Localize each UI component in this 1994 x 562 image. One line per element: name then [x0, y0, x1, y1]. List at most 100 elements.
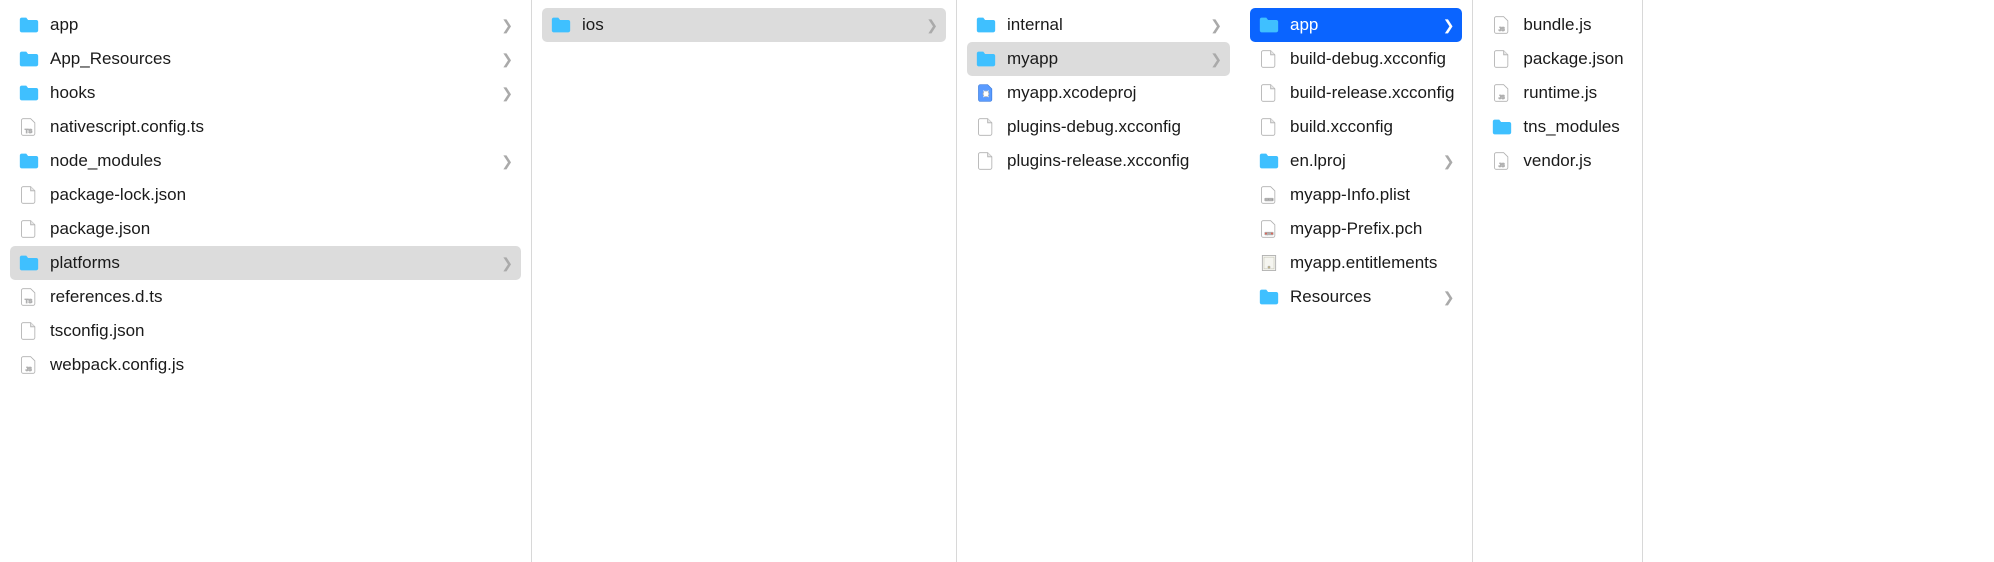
list-item[interactable]: tns_modules [1483, 110, 1631, 144]
list-item[interactable]: build-release.xcconfig [1250, 76, 1462, 110]
file-file-icon [1258, 82, 1280, 104]
chevron-right-icon: ❯ [501, 51, 513, 68]
list-item[interactable]: JS vendor.js [1483, 144, 1631, 178]
svg-text:pch: pch [1267, 232, 1272, 235]
item-label: myapp-Prefix.pch [1290, 219, 1454, 239]
folder-icon [18, 48, 40, 70]
list-item[interactable]: PLIST myapp-Info.plist [1250, 178, 1462, 212]
file-file-icon [1258, 48, 1280, 70]
item-label: node_modules [50, 151, 495, 171]
finder-column: app ❯ build-debug.xcconfig build-release.xc… [1240, 0, 1473, 562]
xcodeproj-file-icon [975, 82, 997, 104]
item-label: webpack.config.js [50, 355, 513, 375]
item-label: plugins-debug.xcconfig [1007, 117, 1222, 137]
folder-icon [18, 252, 40, 274]
chevron-right-icon: ❯ [501, 255, 513, 272]
list-item[interactable]: App_Resources ❯ [10, 42, 521, 76]
item-label: build.xcconfig [1290, 117, 1454, 137]
list-item[interactable]: JS runtime.js [1483, 76, 1631, 110]
item-label: references.d.ts [50, 287, 513, 307]
file-file-icon [18, 320, 40, 342]
chevron-right-icon: ❯ [501, 17, 513, 34]
list-item[interactable]: plugins-debug.xcconfig [967, 110, 1230, 144]
finder-column: app❯App_Resources❯hooks❯TSnativescript.c… [0, 0, 532, 562]
item-label: tsconfig.json [50, 321, 513, 341]
item-label: ios [582, 15, 920, 35]
list-item[interactable]: package.json [10, 212, 521, 246]
js-file-icon: JS [18, 354, 40, 376]
item-label: runtime.js [1523, 83, 1623, 103]
chevron-right-icon: ❯ [501, 85, 513, 102]
item-label: App_Resources [50, 49, 495, 69]
file-file-icon [975, 150, 997, 172]
svg-text:JS: JS [1499, 163, 1506, 169]
list-item[interactable]: app ❯ [1250, 8, 1462, 42]
js-file-icon: JS [1491, 82, 1513, 104]
item-label: vendor.js [1523, 151, 1623, 171]
item-label: build-release.xcconfig [1290, 83, 1454, 103]
ts-file-icon: TS [18, 116, 40, 138]
svg-text:TS: TS [25, 299, 33, 305]
svg-text:TS: TS [25, 129, 33, 135]
folder-icon [550, 14, 572, 36]
list-item[interactable]: internal❯ [967, 8, 1230, 42]
finder-column: internal❯myapp❯ myapp.xcodeproj plugins-de… [957, 0, 1240, 562]
list-item[interactable]: en.lproj❯ [1250, 144, 1462, 178]
list-item[interactable]: app ❯ [10, 8, 521, 42]
list-item[interactable]: build.xcconfig [1250, 110, 1462, 144]
folder-icon [1258, 14, 1280, 36]
list-item[interactable]: TS references.d.ts [10, 280, 521, 314]
list-item[interactable]: tsconfig.json [10, 314, 521, 348]
chevron-right-icon: ❯ [926, 17, 938, 34]
list-item[interactable]: build-debug.xcconfig [1250, 42, 1462, 76]
finder-column: ios ❯ [532, 0, 957, 562]
list-item[interactable]: JS webpack.config.js [10, 348, 521, 382]
item-label: package.json [1523, 49, 1623, 69]
item-label: myapp-Info.plist [1290, 185, 1454, 205]
list-item[interactable]: ios ❯ [542, 8, 946, 42]
chevron-right-icon: ❯ [1210, 51, 1222, 68]
list-item[interactable]: node_modules ❯ [10, 144, 521, 178]
item-label: bundle.js [1523, 15, 1623, 35]
list-item[interactable]: hooks❯ [10, 76, 521, 110]
file-file-icon [1491, 48, 1513, 70]
chevron-right-icon: ❯ [1210, 17, 1222, 34]
list-item[interactable]: platforms ❯ [10, 246, 521, 280]
item-label: nativescript.config.ts [50, 117, 513, 137]
item-label: package-lock.json [50, 185, 513, 205]
list-item[interactable]: JS bundle.js [1483, 8, 1631, 42]
item-label: myapp.xcodeproj [1007, 83, 1222, 103]
item-label: app [1290, 15, 1437, 35]
list-item[interactable]: package.json [1483, 42, 1631, 76]
entitlements-file-icon [1258, 252, 1280, 274]
pch-file-icon: pch [1258, 218, 1280, 240]
list-item[interactable]: Resources❯ [1250, 280, 1462, 314]
chevron-right-icon: ❯ [501, 153, 513, 170]
file-file-icon [1258, 116, 1280, 138]
item-label: package.json [50, 219, 513, 239]
chevron-right-icon: ❯ [1443, 17, 1455, 34]
folder-icon [18, 82, 40, 104]
list-item[interactable]: pch myapp-Prefix.pch [1250, 212, 1462, 246]
folder-icon [1491, 116, 1513, 138]
list-item[interactable]: myapp.xcodeproj [967, 76, 1230, 110]
plist-file-icon: PLIST [1258, 184, 1280, 206]
item-label: build-debug.xcconfig [1290, 49, 1454, 69]
js-file-icon: JS [1491, 14, 1513, 36]
list-item[interactable]: myapp.entitlements [1250, 246, 1462, 280]
list-item[interactable]: TS nativescript.config.ts [10, 110, 521, 144]
svg-text:JS: JS [26, 367, 33, 373]
list-item[interactable]: myapp❯ [967, 42, 1230, 76]
ts-file-icon: TS [18, 286, 40, 308]
folder-icon [975, 14, 997, 36]
item-label: myapp.entitlements [1290, 253, 1454, 273]
file-file-icon [18, 218, 40, 240]
list-item[interactable]: plugins-release.xcconfig [967, 144, 1230, 178]
folder-icon [18, 14, 40, 36]
item-label: platforms [50, 253, 495, 273]
item-label: app [50, 15, 495, 35]
item-label: tns_modules [1523, 117, 1623, 137]
folder-icon [18, 150, 40, 172]
list-item[interactable]: package-lock.json [10, 178, 521, 212]
folder-icon [1258, 286, 1280, 308]
